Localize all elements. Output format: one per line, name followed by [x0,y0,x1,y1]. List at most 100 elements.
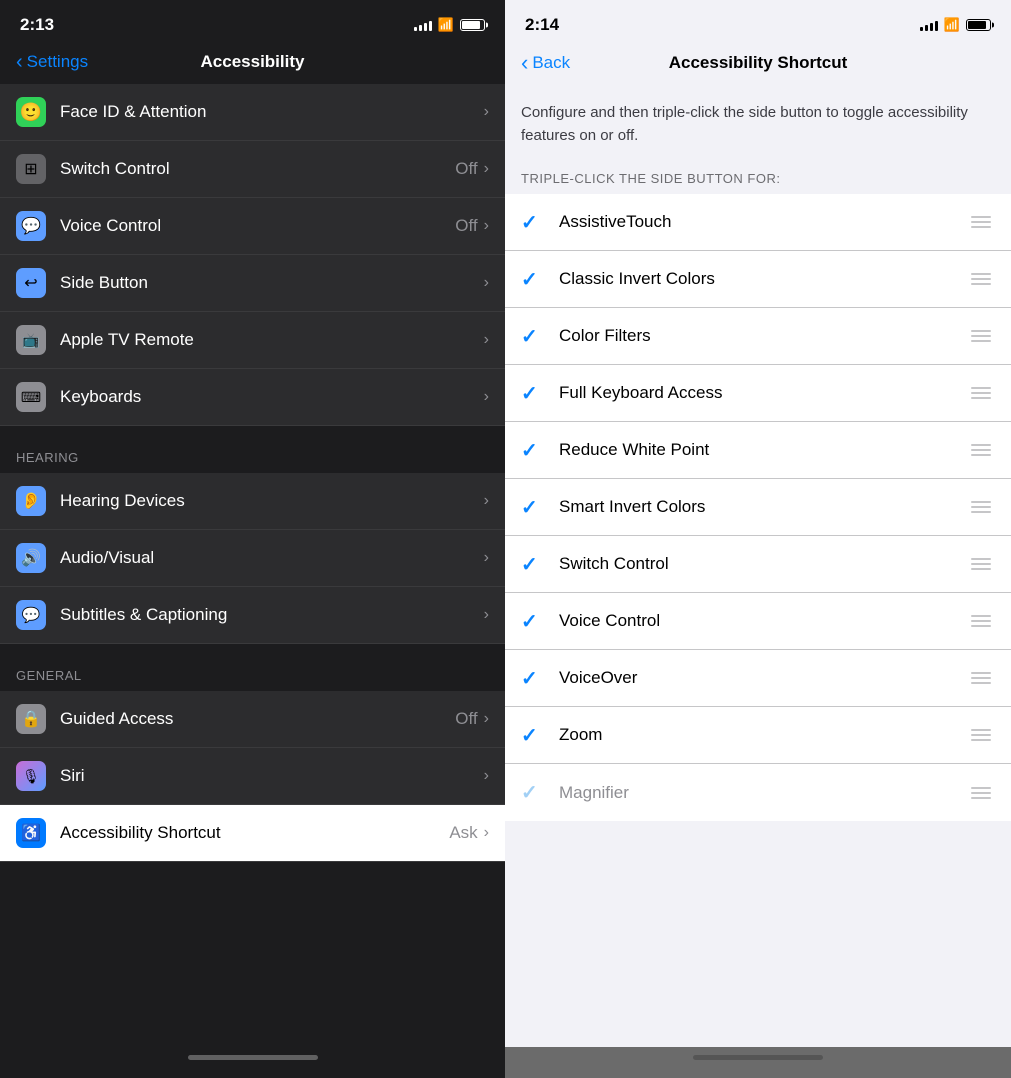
shortcut-classic-invert-row[interactable]: ✓ Classic Invert Colors [505,251,1011,308]
voice-control-drag-handle[interactable] [967,611,995,631]
assistivetouch-label: AssistiveTouch [551,212,967,232]
side-button-icon: ↩ [16,268,46,298]
description-text: Configure and then triple-click the side… [521,102,995,147]
left-nav-bar: ‹ Settings Accessibility [0,44,505,84]
left-panel: 2:13 📶 ‹ Settings Accessibility 🙂 Face I [0,0,505,1078]
magnifier-check-icon: ✓ [521,780,551,805]
magnifier-drag-handle[interactable] [967,783,995,803]
accessibility-shortcut-value: Ask [449,823,477,843]
signal-bars-icon [414,19,432,31]
left-status-bar: 2:13 📶 [0,0,505,44]
hearing-devices-label: Hearing Devices [60,491,484,511]
keyboards-chevron-icon: › [484,388,489,406]
right-home-indicator [693,1055,823,1060]
subtitles-chevron-icon: › [484,606,489,624]
right-status-bar: 2:14 📶 [505,0,1011,44]
full-keyboard-drag-handle[interactable] [967,383,995,403]
left-page-title: Accessibility [201,52,305,72]
switch-control-row[interactable]: ⊞ Switch Control Off › [0,141,505,198]
shortcut-list: ✓ AssistiveTouch ✓ Classic Invert Colors… [505,194,1011,821]
reduce-white-drag-handle[interactable] [967,440,995,460]
left-settings-list: 🙂 Face ID & Attention › ⊞ Switch Control… [0,84,505,1047]
zoom-drag-handle[interactable] [967,725,995,745]
side-button-chevron-icon: › [484,274,489,292]
zoom-label: Zoom [551,725,967,745]
switch-control-drag-handle[interactable] [967,554,995,574]
right-status-icons: 📶 [920,17,991,33]
face-id-icon: 🙂 [16,97,46,127]
right-bottom-bar [505,1047,1011,1078]
voiceover-drag-handle[interactable] [967,668,995,688]
hearing-devices-row[interactable]: 👂 Hearing Devices › [0,473,505,530]
left-bottom-bar [0,1047,505,1078]
subtitles-row[interactable]: 💬 Subtitles & Captioning › [0,587,505,644]
accessibility-shortcut-row[interactable]: ♿ Accessibility Shortcut Ask › [0,805,505,862]
face-id-row[interactable]: 🙂 Face ID & Attention › [0,84,505,141]
description-box: Configure and then triple-click the side… [505,86,1011,159]
guided-access-icon: 🔒 [16,704,46,734]
audio-visual-row[interactable]: 🔊 Audio/Visual › [0,530,505,587]
audio-visual-label: Audio/Visual [60,548,484,568]
full-keyboard-label: Full Keyboard Access [551,383,967,403]
guided-access-chevron-icon: › [484,710,489,728]
side-button-row[interactable]: ↩ Side Button › [0,255,505,312]
right-panel: 2:14 📶 ‹ Back Accessibility Shortcut Con… [505,0,1011,1078]
magnifier-label: Magnifier [551,783,967,803]
shortcut-switch-control-row[interactable]: ✓ Switch Control [505,536,1011,593]
apple-tv-remote-icon: 📺 [16,325,46,355]
siri-row[interactable]: 🎙 Siri › [0,748,505,805]
subtitles-icon: 💬 [16,600,46,630]
right-wifi-icon: 📶 [944,17,960,33]
color-filters-check-icon: ✓ [521,324,551,349]
right-back-button[interactable]: ‹ Back [521,52,570,74]
keyboards-icon: ⌨ [16,382,46,412]
keyboards-row[interactable]: ⌨ Keyboards › [0,369,505,426]
classic-invert-label: Classic Invert Colors [551,269,967,289]
reduce-white-check-icon: ✓ [521,438,551,463]
voice-control-icon: 💬 [16,211,46,241]
side-button-label: Side Button [60,273,484,293]
face-id-label: Face ID & Attention [60,102,484,122]
smart-invert-drag-handle[interactable] [967,497,995,517]
guided-access-row[interactable]: 🔒 Guided Access Off › [0,691,505,748]
accessibility-shortcut-label: Accessibility Shortcut [60,823,449,843]
shortcut-voice-control-row[interactable]: ✓ Voice Control [505,593,1011,650]
right-signal-icon [920,19,938,31]
settings-back-button[interactable]: ‹ Settings [16,52,88,72]
shortcut-smart-invert-row[interactable]: ✓ Smart Invert Colors [505,479,1011,536]
voice-control-chevron-icon: › [484,217,489,235]
apple-tv-remote-chevron-icon: › [484,331,489,349]
smart-invert-label: Smart Invert Colors [551,497,967,517]
battery-icon [460,19,485,31]
voice-control-row[interactable]: 💬 Voice Control Off › [0,198,505,255]
shortcut-magnifier-row[interactable]: ✓ Magnifier [505,764,1011,821]
accessibility-shortcut-icon: ♿ [16,818,46,848]
siri-icon: 🎙 [16,761,46,791]
color-filters-drag-handle[interactable] [967,326,995,346]
classic-invert-drag-handle[interactable] [967,269,995,289]
shortcut-full-keyboard-row[interactable]: ✓ Full Keyboard Access [505,365,1011,422]
switch-control-icon: ⊞ [16,154,46,184]
reduce-white-label: Reduce White Point [551,440,967,460]
keyboards-label: Keyboards [60,387,484,407]
audio-visual-chevron-icon: › [484,549,489,567]
shortcut-assistivetouch-row[interactable]: ✓ AssistiveTouch [505,194,1011,251]
color-filters-label: Color Filters [551,326,967,346]
left-status-icons: 📶 [414,17,485,33]
switch-control-value: Off [455,159,477,179]
switch-control-shortcut-label: Switch Control [551,554,967,574]
right-back-label: Back [532,53,570,73]
apple-tv-remote-row[interactable]: 📺 Apple TV Remote › [0,312,505,369]
assistivetouch-drag-handle[interactable] [967,212,995,232]
assistivetouch-check-icon: ✓ [521,210,551,235]
shortcut-voiceover-row[interactable]: ✓ VoiceOver [505,650,1011,707]
shortcut-reduce-white-row[interactable]: ✓ Reduce White Point [505,422,1011,479]
settings-back-label: Settings [27,52,88,72]
shortcut-color-filters-row[interactable]: ✓ Color Filters [505,308,1011,365]
smart-invert-check-icon: ✓ [521,495,551,520]
classic-invert-check-icon: ✓ [521,267,551,292]
voice-control-check-icon: ✓ [521,609,551,634]
shortcut-zoom-row[interactable]: ✓ Zoom [505,707,1011,764]
face-id-chevron-icon: › [484,103,489,121]
left-home-indicator [188,1055,318,1060]
